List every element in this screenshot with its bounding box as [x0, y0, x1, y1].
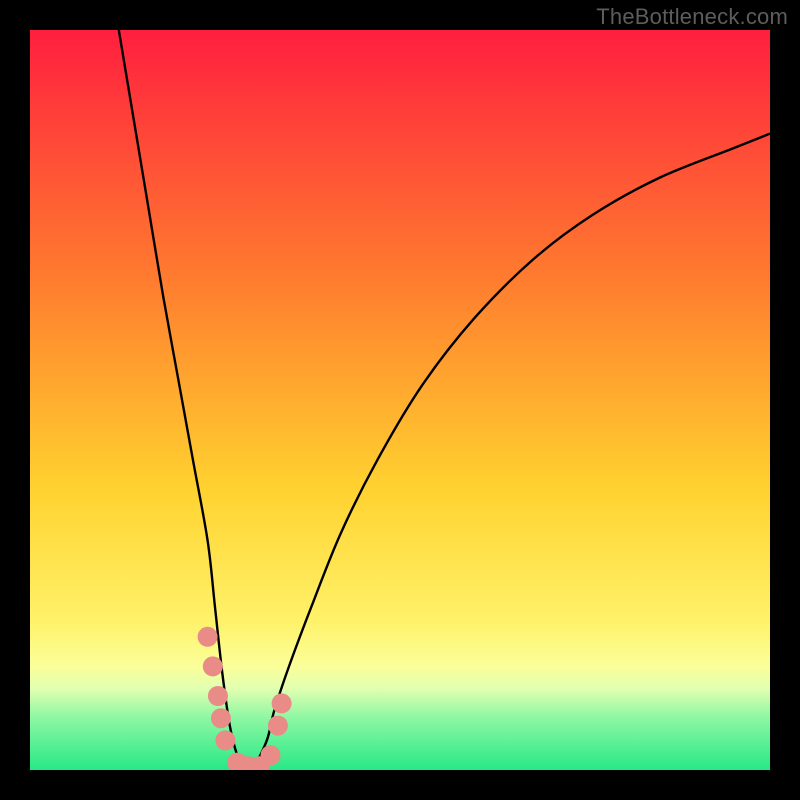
- highlight-marker: [208, 686, 228, 706]
- highlight-marker: [211, 708, 231, 728]
- highlight-marker: [215, 730, 235, 750]
- highlight-marker: [198, 627, 218, 647]
- plot-area: [30, 30, 770, 770]
- highlight-marker: [268, 716, 288, 736]
- highlight-marker: [203, 656, 223, 676]
- watermark-label: TheBottleneck.com: [596, 4, 788, 30]
- chart-stage: TheBottleneck.com: [0, 0, 800, 800]
- chart-svg: [30, 30, 770, 770]
- gradient-background: [30, 30, 770, 770]
- highlight-marker: [272, 693, 292, 713]
- highlight-marker: [261, 745, 281, 765]
